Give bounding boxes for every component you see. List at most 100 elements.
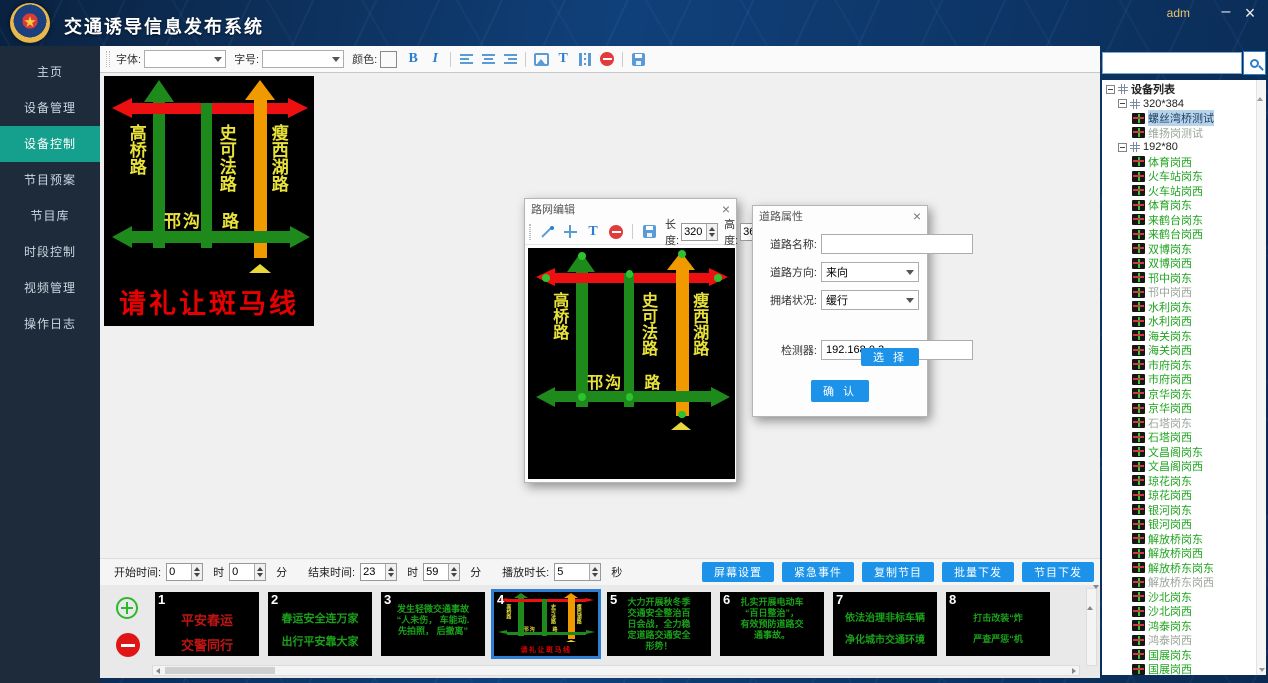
tree-device[interactable]: 国展岗西	[1104, 662, 1266, 675]
sidebar-item-1[interactable]: 设备管理	[0, 90, 100, 126]
bold-icon[interactable]: B	[403, 49, 423, 69]
end-minute-input[interactable]	[424, 564, 448, 580]
close-icon[interactable]: ×	[913, 209, 921, 223]
dialog-titlebar[interactable]: 路网编辑 ×	[525, 199, 736, 219]
stepper-arrows[interactable]	[706, 224, 717, 240]
tree-device[interactable]: 海关岗东	[1104, 329, 1266, 344]
tree-device[interactable]: 维扬岗测试	[1104, 126, 1266, 141]
tree-device[interactable]: 火车站岗西	[1104, 184, 1266, 199]
tree-device[interactable]: 鸿泰岗东	[1104, 619, 1266, 634]
image-icon[interactable]	[531, 49, 551, 69]
scrollbar-thumb[interactable]	[165, 667, 275, 674]
tree-device[interactable]: 银河岗西	[1104, 517, 1266, 532]
end-hour-stepper[interactable]	[360, 563, 397, 581]
tree-device[interactable]: 双博岗东	[1104, 242, 1266, 257]
font-select[interactable]	[144, 50, 226, 68]
tree-device[interactable]: 解放桥岗西	[1104, 546, 1266, 561]
tree-device[interactable]: 火车站岗东	[1104, 169, 1266, 184]
close-icon[interactable]: ×	[1240, 3, 1260, 24]
congestion-select[interactable]: 缓行	[821, 290, 919, 310]
tree-device[interactable]: 市府岗西	[1104, 372, 1266, 387]
end-hour-input[interactable]	[361, 564, 385, 580]
tree-device[interactable]: 石塔岗东	[1104, 416, 1266, 431]
tree-device[interactable]: 解放桥东岗东	[1104, 561, 1266, 576]
program-thumbnail-2[interactable]: 2春运安全连万家出行平安靠大家	[268, 592, 372, 656]
user-name[interactable]: adm	[1167, 6, 1190, 20]
tree-device[interactable]: 国展岗东	[1104, 648, 1266, 663]
road-editor-canvas[interactable]: 高桥路史可法路瘦西湖路邗沟路	[528, 248, 735, 479]
sidebar-item-3[interactable]: 节目预案	[0, 162, 100, 198]
length-stepper[interactable]	[681, 223, 718, 241]
sidebar-item-0[interactable]: 主页	[0, 54, 100, 90]
program-thumbnail-7[interactable]: 7依法治理非标车辆净化城市交通环境	[833, 592, 937, 656]
tree-device[interactable]: 水利岗西	[1104, 314, 1266, 329]
device-search-input[interactable]	[1102, 52, 1242, 74]
tree-device[interactable]: 海关岗西	[1104, 343, 1266, 358]
horizontal-scrollbar[interactable]	[152, 665, 1080, 676]
sidebar-item-6[interactable]: 视频管理	[0, 270, 100, 306]
delete-icon[interactable]	[597, 49, 617, 69]
move-icon[interactable]	[560, 222, 580, 242]
tree-device[interactable]: 石塔岗西	[1104, 430, 1266, 445]
program-thumbnail-4[interactable]: 4高桥路史可法路瘦西湖路邗沟路请礼让斑马线	[494, 592, 598, 656]
tree-device[interactable]: 银河岗东	[1104, 503, 1266, 518]
tree-device[interactable]: 解放桥东岗西	[1104, 575, 1266, 590]
delete-icon[interactable]	[606, 222, 626, 242]
action-button-3[interactable]: 批量下发	[942, 562, 1014, 582]
tree-device[interactable]: 来鹤台岗西	[1104, 227, 1266, 242]
add-program-button[interactable]	[116, 597, 138, 619]
tree-device[interactable]: 京华岗西	[1104, 401, 1266, 416]
tree-device[interactable]: 体育岗西	[1104, 155, 1266, 170]
tree-group[interactable]: 320*384	[1104, 97, 1266, 112]
italic-icon[interactable]: I	[425, 49, 445, 69]
tree-device[interactable]: 文昌阁岗西	[1104, 459, 1266, 474]
text-icon[interactable]: T	[583, 222, 603, 242]
program-thumbnail-3[interactable]: 3发生轻微交通事故“人未伤， 车能动.先拍照， 后撤离”	[381, 592, 485, 656]
tree-device[interactable]: 沙北岗东	[1104, 590, 1266, 605]
sidebar-item-7[interactable]: 操作日志	[0, 306, 100, 342]
duration-input[interactable]	[555, 564, 589, 580]
duration-stepper[interactable]	[554, 563, 601, 581]
tree-device[interactable]: 邗中岗西	[1104, 285, 1266, 300]
tree-device[interactable]: 市府岗东	[1104, 358, 1266, 373]
select-detector-button[interactable]: 选 择	[861, 348, 919, 366]
action-button-4[interactable]: 节目下发	[1022, 562, 1094, 582]
tree-device[interactable]: 解放桥岗东	[1104, 532, 1266, 547]
program-thumbnail-5[interactable]: 5大力开展秋冬季交通安全整治百日会战，全力稳定道路交通安全形势！	[607, 592, 711, 656]
align-left-icon[interactable]	[456, 49, 476, 69]
tree-device[interactable]: 体育岗东	[1104, 198, 1266, 213]
size-select[interactable]	[262, 50, 344, 68]
action-button-0[interactable]: 屏幕设置	[702, 562, 774, 582]
tree-device[interactable]: 来鹤台岗东	[1104, 213, 1266, 228]
save-icon[interactable]	[628, 49, 648, 69]
tree-device[interactable]: 双博岗西	[1104, 256, 1266, 271]
confirm-button[interactable]: 确 认	[811, 380, 869, 402]
align-right-icon[interactable]	[500, 49, 520, 69]
start-hour-stepper[interactable]	[166, 563, 203, 581]
tree-device[interactable]: 鸿泰岗西	[1104, 633, 1266, 648]
road-icon[interactable]	[575, 49, 595, 69]
tree-device[interactable]: 文昌阁岗东	[1104, 445, 1266, 460]
tree-device[interactable]: 螺丝湾桥测试	[1104, 111, 1266, 126]
tree-device[interactable]: 邗中岗东	[1104, 271, 1266, 286]
line-icon[interactable]	[537, 222, 557, 242]
tree-scrollbar[interactable]	[1256, 80, 1266, 675]
start-minute-stepper[interactable]	[229, 563, 266, 581]
vertical-scrollbar[interactable]	[1086, 588, 1097, 666]
tree-device[interactable]: 琼花岗东	[1104, 474, 1266, 489]
start-minute-input[interactable]	[230, 564, 254, 580]
road-name-field[interactable]	[821, 234, 973, 254]
tree-group[interactable]: 192*80	[1104, 140, 1266, 155]
start-hour-input[interactable]	[167, 564, 191, 580]
search-button[interactable]	[1243, 51, 1266, 75]
road-direction-select[interactable]: 来向	[821, 262, 919, 282]
action-button-2[interactable]: 复制节目	[862, 562, 934, 582]
align-center-icon[interactable]	[478, 49, 498, 69]
tree-device[interactable]: 沙北岗西	[1104, 604, 1266, 619]
tree-device[interactable]: 京华岗东	[1104, 387, 1266, 402]
dialog-titlebar[interactable]: 道路属性 ×	[753, 206, 927, 226]
minimize-icon[interactable]: –	[1216, 3, 1236, 21]
color-swatch[interactable]	[380, 51, 397, 68]
led-preview[interactable]: 高桥路史可法路瘦西湖路邗沟路请礼让斑马线	[104, 76, 314, 326]
sidebar-item-4[interactable]: 节目库	[0, 198, 100, 234]
